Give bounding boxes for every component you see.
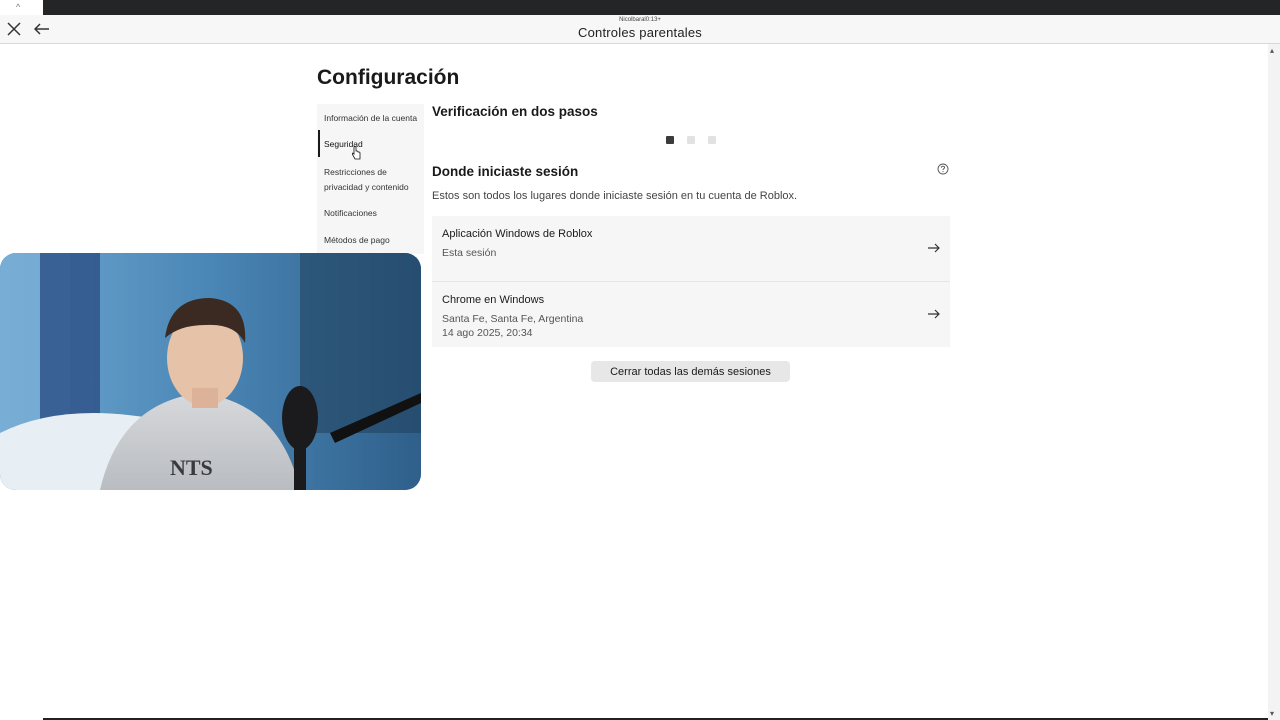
session-timestamp: 14 ago 2025, 20:34 [442,327,533,339]
session-name: Chrome en Windows [442,294,545,306]
caret-up-icon: ^ [16,2,21,12]
os-top-bar: ^ [0,0,1280,15]
carousel-indicator [666,136,716,144]
window-title: Controles parentales [578,25,702,40]
session-detail: Esta sesión [442,247,497,259]
scroll-down-icon[interactable]: ▾ [1270,709,1274,718]
sidebar-item-notifications[interactable]: Notificaciones [317,206,424,221]
session-location: Santa Fe, Santa Fe, Argentina [442,313,584,325]
page-title: Configuración [317,66,460,89]
sidebar-item-payment-methods[interactable]: Métodos de pago [317,233,424,248]
webcam-image: NTS [0,253,421,490]
carousel-dot[interactable] [687,136,695,144]
arrow-right-icon [928,243,940,253]
sessions-heading: Donde iniciaste sesión [432,164,579,179]
session-item[interactable]: Chrome en Windows Santa Fe, Santa Fe, Ar… [432,282,950,347]
sidebar-item-account-info[interactable]: Información de la cuenta [317,111,424,126]
window-titlebar: Nicolbaral0:13+ Controles parentales [0,15,1280,44]
session-item[interactable]: Aplicación Windows de Roblox Esta sesión [432,216,950,282]
svg-text:NTS: NTS [170,455,213,480]
os-top-bar-chip: ^ [0,0,43,15]
webcam-overlay: NTS [0,253,421,490]
sidebar-item-privacy[interactable]: Restricciones de privacidad y contenido [317,165,417,194]
scroll-up-icon[interactable]: ▴ [1270,46,1274,55]
hand-cursor-icon [351,146,361,160]
carousel-dot[interactable] [708,136,716,144]
session-list: Aplicación Windows de Roblox Esta sesión… [432,216,950,347]
help-circle-icon[interactable] [937,163,949,175]
scrollbar[interactable]: ▴ ▾ [1268,44,1280,720]
carousel-dot[interactable] [666,136,674,144]
window-username: Nicolbaral0:13+ [619,17,661,23]
arrow-right-icon [928,309,940,319]
two-step-heading: Verificación en dos pasos [432,104,598,119]
sessions-description: Estos son todos los lugares donde inicia… [432,190,798,202]
settings-sidebar: Información de la cuenta Seguridad Restr… [317,104,424,254]
sidebar-item-security[interactable]: Seguridad [317,130,424,157]
logout-all-sessions-button[interactable]: Cerrar todas las demás sesiones [591,361,790,382]
session-name: Aplicación Windows de Roblox [442,228,593,240]
